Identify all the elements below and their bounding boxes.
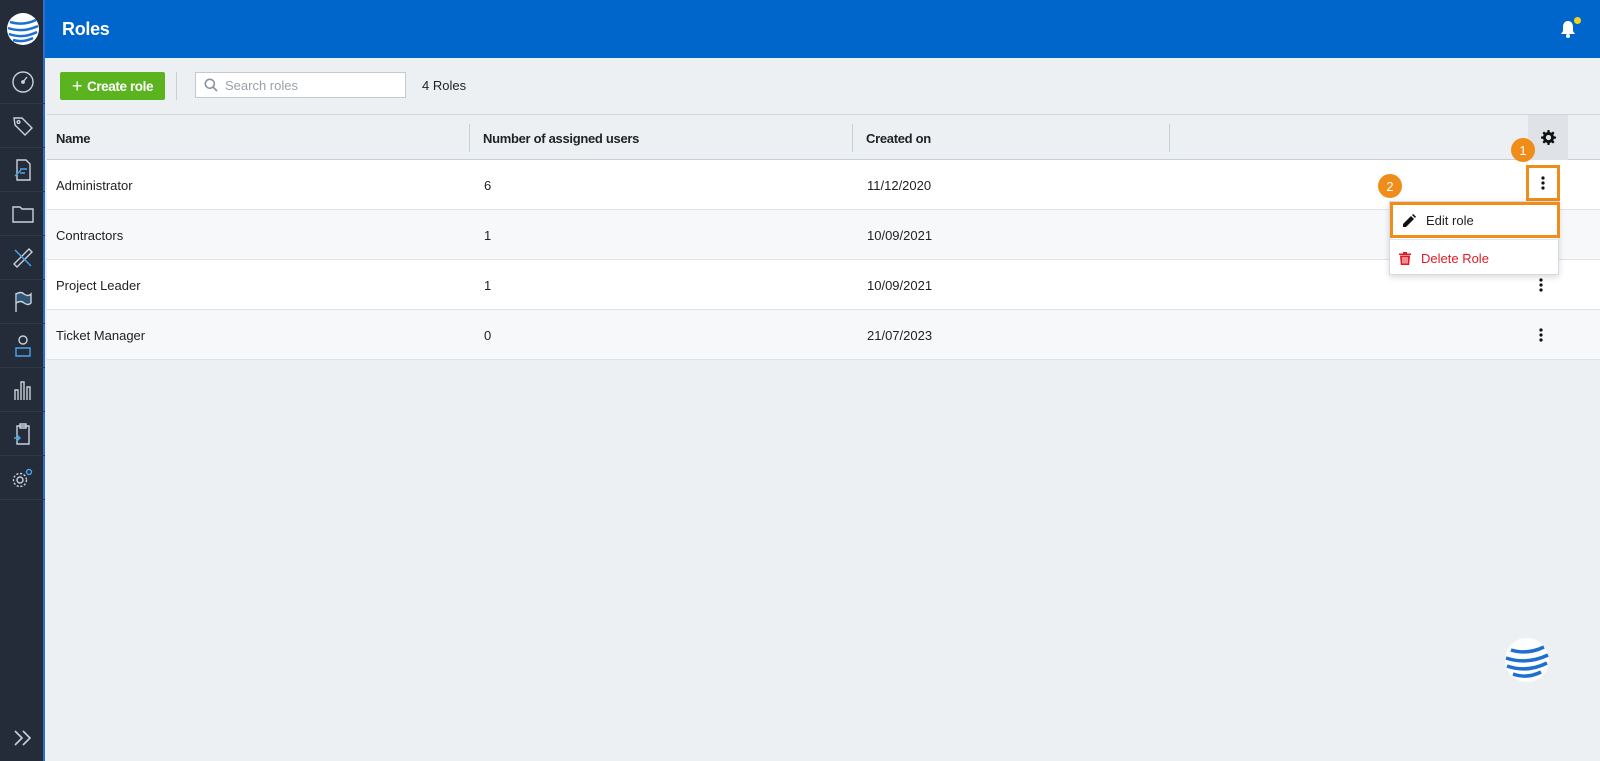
notification-dot [1574,17,1581,24]
column-separator[interactable] [469,124,470,152]
double-chevron-right-icon [13,730,31,746]
row-actions-menu: Edit role Delete Role [1389,201,1560,276]
plus-icon: + [71,76,83,96]
assigned-users-count: 0 [484,327,492,343]
settings-gears-icon [12,468,32,487]
expand-sidebar-button[interactable] [0,718,45,758]
top-header: Roles [45,0,1600,58]
row-actions-button[interactable] [1526,165,1560,201]
column-separator[interactable] [1169,124,1170,152]
sidebar-item-documents[interactable] [0,148,45,192]
created-date: 10/09/2021 [867,227,933,243]
assigned-users-count: 1 [484,277,492,293]
row-actions-button[interactable] [1525,273,1557,297]
more-vertical-icon [1539,328,1543,342]
flag-icon [14,291,32,312]
app-logo[interactable] [0,0,45,58]
table-header: Name Number of assigned users Created on [47,114,1600,160]
user-badge-icon [14,334,31,357]
table-row[interactable]: Administrator 6 11/12/2020 [47,160,1600,210]
globe-logo-icon[interactable] [1503,636,1551,684]
sidebar [0,0,45,761]
sidebar-item-tasks[interactable] [0,412,45,456]
folder-icon [11,205,34,223]
sidebar-item-reports[interactable] [0,368,45,412]
globe-logo-icon [6,13,39,45]
created-date: 11/12/2020 [867,177,932,193]
sidebar-item-milestones[interactable] [0,280,45,324]
step-callout-2: 2 [1378,174,1402,198]
delete-role-label: Delete Role [1421,250,1489,266]
bar-chart-icon [13,380,31,400]
document-edit-icon [14,158,31,181]
ruler-pencil-icon [12,247,33,268]
role-name: Administrator [56,177,133,193]
step-callout-1: 1 [1511,138,1535,162]
row-actions-button[interactable] [1525,323,1557,347]
role-name: Contractors [56,227,124,243]
delete-role-menu-item[interactable]: Delete Role [1390,240,1560,276]
clipboard-icon [13,422,30,445]
create-role-label: Create role [86,78,154,94]
speedometer-icon [11,70,34,93]
toolbar: + Create role 4 Roles [45,58,1600,114]
page-title: Roles [62,19,110,39]
role-name: Ticket Manager [56,327,146,343]
assigned-users-count: 6 [484,177,492,193]
sidebar-item-tags[interactable] [0,104,45,148]
table-row[interactable]: Ticket Manager 0 21/07/2023 [47,310,1600,360]
sidebar-item-tools[interactable] [0,236,45,280]
tags-icon [12,116,33,136]
search-box[interactable] [195,72,406,98]
search-input[interactable] [225,77,395,93]
roles-count: 4 Roles [422,78,467,93]
table-row[interactable]: Project Leader 1 10/09/2021 [47,260,1600,310]
column-header-created[interactable]: Created on [866,115,931,161]
sidebar-item-users[interactable] [0,324,45,368]
column-header-users[interactable]: Number of assigned users [483,115,639,161]
more-vertical-icon [1539,278,1543,292]
toolbar-divider [176,72,177,100]
sidebar-item-dashboard[interactable] [0,60,45,104]
role-name: Project Leader [56,277,141,293]
create-role-button[interactable]: + Create role [60,72,165,100]
pencil-icon [1403,213,1416,227]
gear-icon [1540,130,1556,145]
edit-role-menu-item[interactable]: Edit role [1390,202,1560,238]
column-separator[interactable] [852,124,853,152]
column-header-name[interactable]: Name [56,115,91,161]
assigned-users-count: 1 [484,227,492,243]
roles-table: Name Number of assigned users Created on… [47,114,1600,360]
created-date: 10/09/2021 [867,277,933,293]
table-row[interactable]: Contractors 1 10/09/2021 [47,210,1600,260]
created-date: 21/07/2023 [867,327,933,343]
sidebar-item-settings[interactable] [0,456,45,500]
search-icon [204,78,218,92]
more-vertical-icon [1541,176,1545,190]
edit-role-label: Edit role [1426,212,1474,228]
sidebar-item-folders[interactable] [0,192,45,236]
trash-icon [1399,251,1411,265]
